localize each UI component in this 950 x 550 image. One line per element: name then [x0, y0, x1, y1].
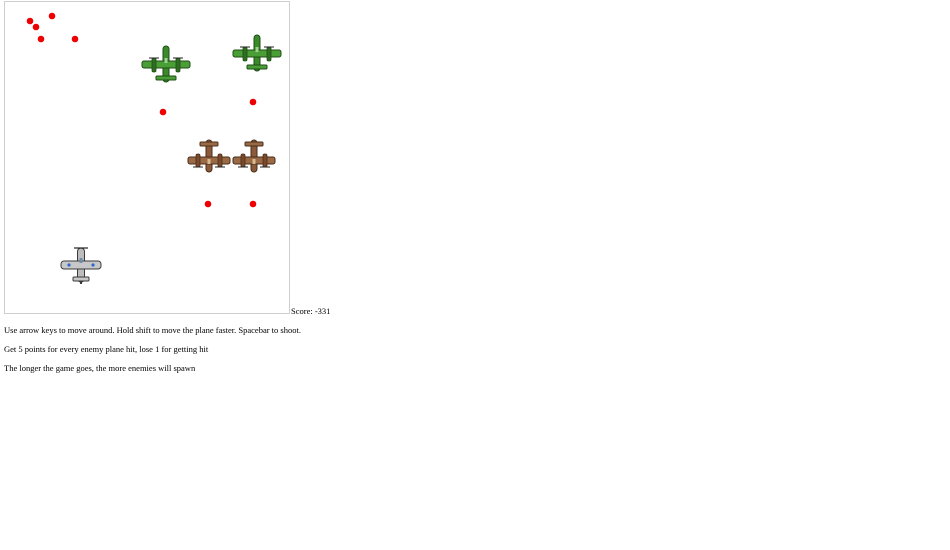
instruction-difficulty: The longer the game goes, the more enemi… [4, 363, 196, 373]
score-label: Score: [291, 306, 313, 316]
enemy-brown-plane [232, 139, 276, 173]
player-plane [60, 247, 102, 285]
instruction-controls: Use arrow keys to move around. Hold shif… [4, 325, 301, 335]
bullet [159, 108, 167, 116]
score-value: -331 [314, 306, 331, 316]
bullet [249, 98, 257, 106]
game-canvas[interactable] [4, 1, 290, 314]
enemy-brown-plane [187, 139, 231, 173]
game-scene [26, 12, 282, 285]
bullet [204, 200, 212, 208]
bullet [26, 17, 34, 25]
bullet [71, 35, 79, 43]
score-display: Score: -331 [291, 306, 330, 316]
bullet [37, 35, 45, 43]
bullet [48, 12, 56, 20]
bullet [32, 23, 40, 31]
enemy-green-plane [141, 45, 191, 83]
instruction-scoring: Get 5 points for every enemy plane hit, … [4, 344, 209, 354]
bullet [249, 200, 257, 208]
enemy-green-plane [232, 34, 282, 72]
